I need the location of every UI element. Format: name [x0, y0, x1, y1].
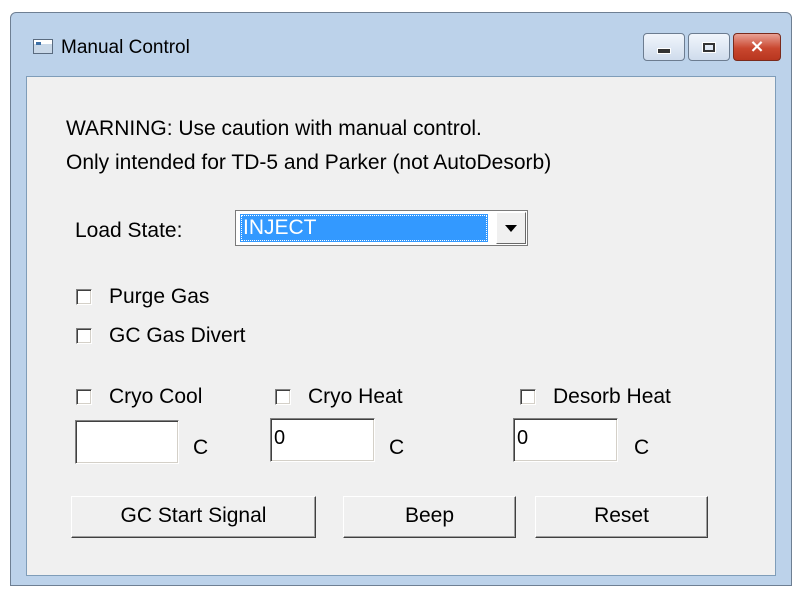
cryo-cool-unit: C [193, 436, 209, 459]
gc-start-signal-button[interactable]: GC Start Signal [71, 496, 316, 538]
minimize-icon [657, 48, 671, 54]
desorb-heat-unit: C [634, 436, 650, 459]
caption-buttons: × [640, 33, 781, 61]
reset-button[interactable]: Reset [535, 496, 708, 538]
desorb-heat-checkbox[interactable] [520, 389, 536, 405]
cryo-heat-temp-input[interactable]: 0 [270, 418, 375, 462]
load-state-label: Load State: [75, 219, 183, 242]
load-state-selected-value: INJECT [240, 214, 488, 242]
chevron-down-icon [505, 225, 517, 232]
warning-line-2: Only intended for TD-5 and Parker (not A… [66, 151, 552, 174]
cryo-heat-label[interactable]: Cryo Heat [308, 385, 403, 409]
cryo-cool-temp-input[interactable] [75, 420, 179, 464]
close-icon: × [749, 36, 765, 57]
title-bar[interactable]: Manual Control × [11, 13, 791, 69]
minimize-button[interactable] [643, 33, 685, 61]
gc-gas-divert-checkbox[interactable] [76, 328, 92, 344]
cryo-cool-checkbox[interactable] [76, 389, 92, 405]
gc-gas-divert-label[interactable]: GC Gas Divert [109, 324, 246, 348]
load-state-dropdown[interactable]: INJECT [235, 210, 528, 246]
desorb-heat-label[interactable]: Desorb Heat [553, 385, 671, 409]
maximize-icon [702, 41, 716, 53]
cryo-cool-label[interactable]: Cryo Cool [109, 385, 202, 409]
beep-button[interactable]: Beep [343, 496, 516, 538]
maximize-button[interactable] [688, 33, 730, 61]
warning-line-1: WARNING: Use caution with manual control… [66, 117, 482, 140]
cryo-heat-checkbox[interactable] [275, 389, 291, 405]
window-title: Manual Control [61, 37, 190, 58]
cryo-heat-unit: C [389, 436, 405, 459]
purge-gas-label[interactable]: Purge Gas [109, 285, 209, 309]
purge-gas-checkbox[interactable] [76, 289, 92, 305]
dropdown-button[interactable] [496, 212, 526, 244]
close-button[interactable]: × [733, 33, 781, 61]
desorb-heat-temp-input[interactable]: 0 [513, 418, 618, 462]
app-window-icon[interactable] [33, 39, 53, 54]
